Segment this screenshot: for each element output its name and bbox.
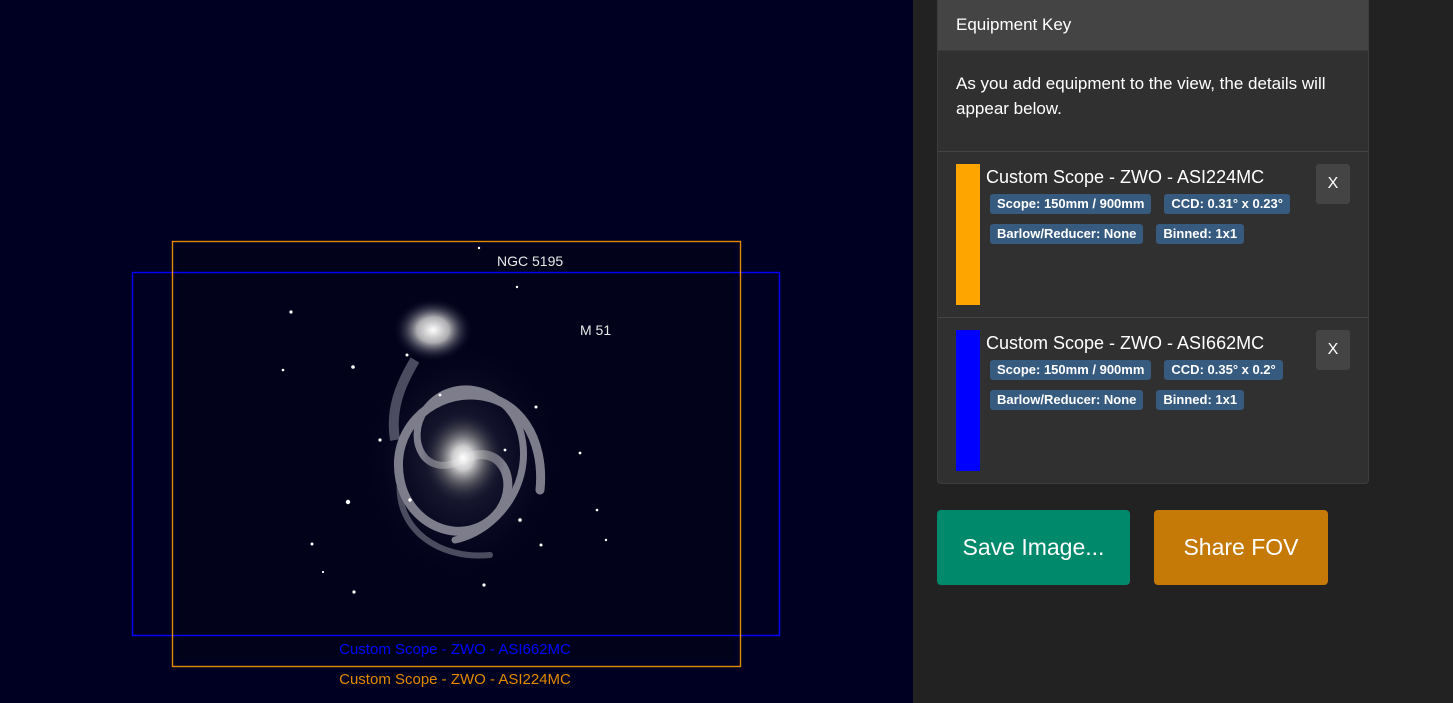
remove-equipment-button[interactable]: X — [1316, 330, 1350, 370]
equipment-key-panel: Equipment Key As you add equipment to th… — [937, 0, 1369, 484]
fov-canvas[interactable]: NGC 5195 M 51 Custom Scope - ZWO - ASI66… — [0, 0, 913, 703]
remove-equipment-button[interactable]: X — [1316, 164, 1350, 204]
equipment-item: Custom Scope - ZWO - ASI224MC Scope: 150… — [938, 152, 1368, 318]
fov-label-asi662mc: Custom Scope - ZWO - ASI662MC — [339, 641, 571, 658]
equipment-badges: Scope: 150mm / 900mm CCD: 0.35° x 0.2° Ba… — [990, 360, 1310, 420]
companion-galaxy — [393, 298, 473, 362]
share-fov-button[interactable]: Share FOV — [1154, 510, 1328, 585]
object-label-ngc5195: NGC 5195 — [497, 253, 564, 269]
panel-intro-text: As you add equipment to the view, the de… — [938, 51, 1368, 152]
sky-image — [131, 240, 781, 668]
equipment-color-swatch — [956, 330, 980, 471]
barlow-badge: Barlow/Reducer: None — [990, 390, 1144, 410]
panel-title: Equipment Key — [938, 0, 1368, 51]
binned-badge: Binned: 1x1 — [1156, 224, 1245, 244]
save-image-button[interactable]: Save Image... — [937, 510, 1130, 585]
fov-label-asi224mc: Custom Scope - ZWO - ASI224MC — [339, 671, 571, 688]
ccd-badge: CCD: 0.31° x 0.23° — [1164, 194, 1290, 214]
scope-badge: Scope: 150mm / 900mm — [990, 194, 1152, 214]
ccd-badge: CCD: 0.35° x 0.2° — [1164, 360, 1283, 380]
binned-badge: Binned: 1x1 — [1156, 390, 1245, 410]
barlow-badge: Barlow/Reducer: None — [990, 224, 1144, 244]
equipment-name: Custom Scope - ZWO - ASI662MC — [986, 333, 1265, 353]
equipment-badges: Scope: 150mm / 900mm CCD: 0.31° x 0.23° B… — [990, 194, 1310, 254]
equipment-color-swatch — [956, 164, 980, 305]
object-label-m51: M 51 — [580, 322, 612, 338]
galaxy-core — [421, 410, 505, 506]
equipment-item: Custom Scope - ZWO - ASI662MC Scope: 150… — [938, 318, 1368, 483]
equipment-name: Custom Scope - ZWO - ASI224MC — [986, 167, 1265, 187]
scope-badge: Scope: 150mm / 900mm — [990, 360, 1152, 380]
